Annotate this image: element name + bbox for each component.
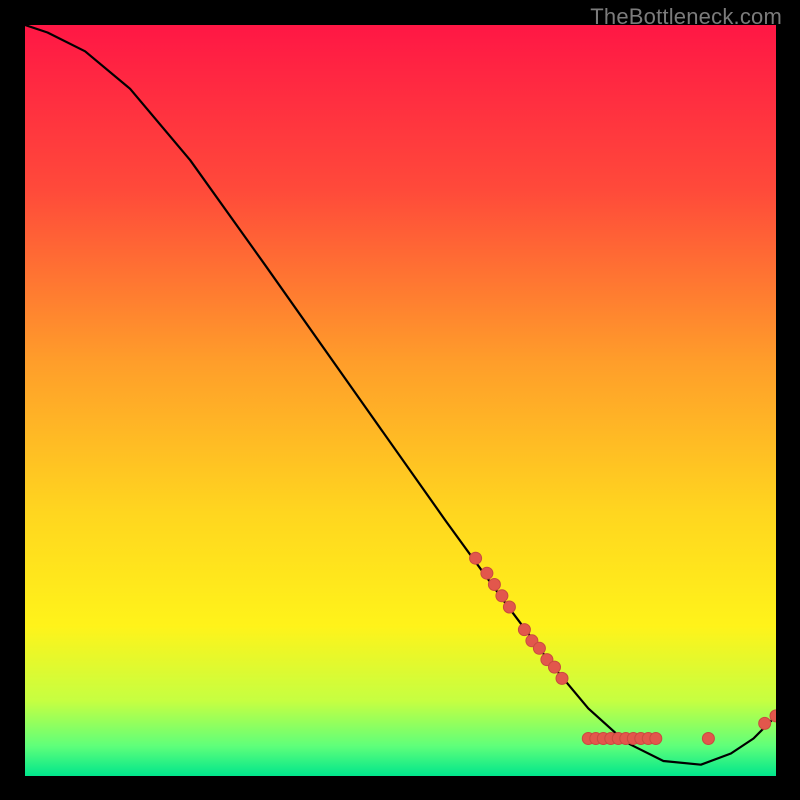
data-marker — [549, 661, 561, 673]
data-marker — [470, 552, 482, 564]
data-marker — [556, 672, 568, 684]
data-marker — [481, 567, 493, 579]
data-marker — [533, 642, 545, 654]
chart-frame: TheBottleneck.com — [0, 0, 800, 800]
data-marker — [496, 590, 508, 602]
data-marker — [650, 733, 662, 745]
data-marker — [518, 624, 530, 636]
data-marker — [503, 601, 515, 613]
data-marker — [759, 717, 771, 729]
plot-background — [25, 25, 776, 776]
data-marker — [488, 579, 500, 591]
bottleneck-curve-chart — [25, 25, 776, 776]
data-marker — [702, 733, 714, 745]
